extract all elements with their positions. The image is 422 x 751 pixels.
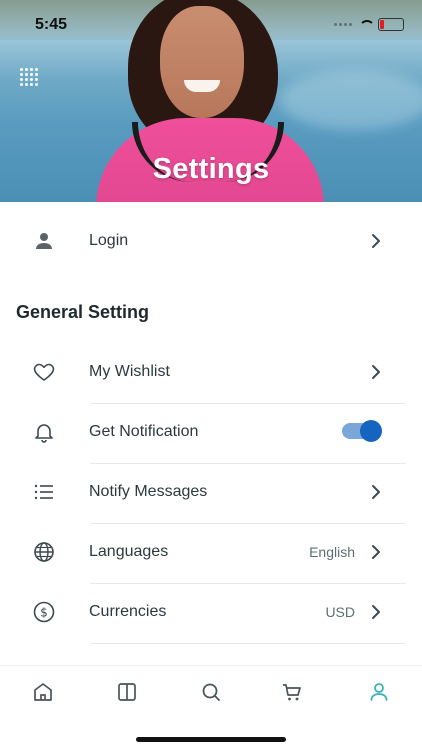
notification-row: Get Notification	[0, 402, 422, 462]
status-icons	[334, 18, 404, 31]
languages-row[interactable]: Languages English	[0, 522, 422, 582]
wishlist-row[interactable]: My Wishlist	[0, 342, 422, 402]
currencies-row[interactable]: $ Currencies USD	[0, 582, 422, 642]
wifi-icon	[358, 19, 375, 30]
currencies-label: Currencies	[89, 603, 167, 620]
notification-label: Get Notification	[89, 423, 199, 440]
chevron-right-icon	[372, 545, 380, 559]
toggle-knob	[360, 420, 382, 442]
globe-icon	[34, 542, 54, 562]
row-divider	[90, 643, 406, 644]
home-icon[interactable]	[31, 680, 55, 704]
dollar-icon: $	[33, 601, 55, 623]
signal-icon	[334, 23, 352, 26]
list-icon	[34, 484, 53, 500]
wishlist-label: My Wishlist	[89, 363, 170, 380]
languages-label: Languages	[89, 543, 169, 560]
battery-icon	[378, 18, 404, 31]
svg-text:$: $	[40, 606, 48, 620]
dots-grid-icon[interactable]	[20, 68, 38, 86]
heart-icon	[33, 363, 55, 381]
login-label: Login	[89, 232, 129, 249]
status-time: 5:45	[35, 16, 68, 33]
bell-icon	[35, 424, 53, 443]
notify-messages-row[interactable]: Notify Messages	[0, 462, 422, 522]
search-icon[interactable]	[199, 680, 223, 704]
profile-photo-face	[160, 6, 244, 118]
user-icon[interactable]	[367, 680, 391, 704]
chevron-right-icon	[372, 234, 380, 248]
login-row[interactable]: Login	[0, 211, 422, 271]
page-title: Settings	[152, 153, 270, 185]
notification-toggle[interactable]	[342, 420, 382, 442]
header-banner: 5:45 Settings	[0, 0, 422, 202]
banner-background-detail	[280, 70, 422, 130]
notify-messages-label: Notify Messages	[89, 483, 208, 500]
cart-icon[interactable]	[280, 680, 304, 704]
section-title-general: General Setting	[16, 302, 150, 322]
book-icon[interactable]	[115, 680, 139, 704]
user-icon	[36, 233, 52, 249]
chevron-right-icon	[372, 365, 380, 379]
currencies-value: USD	[325, 604, 355, 620]
home-indicator	[136, 737, 286, 742]
languages-value: English	[309, 544, 355, 560]
chevron-right-icon	[372, 605, 380, 619]
chevron-right-icon	[372, 485, 380, 499]
